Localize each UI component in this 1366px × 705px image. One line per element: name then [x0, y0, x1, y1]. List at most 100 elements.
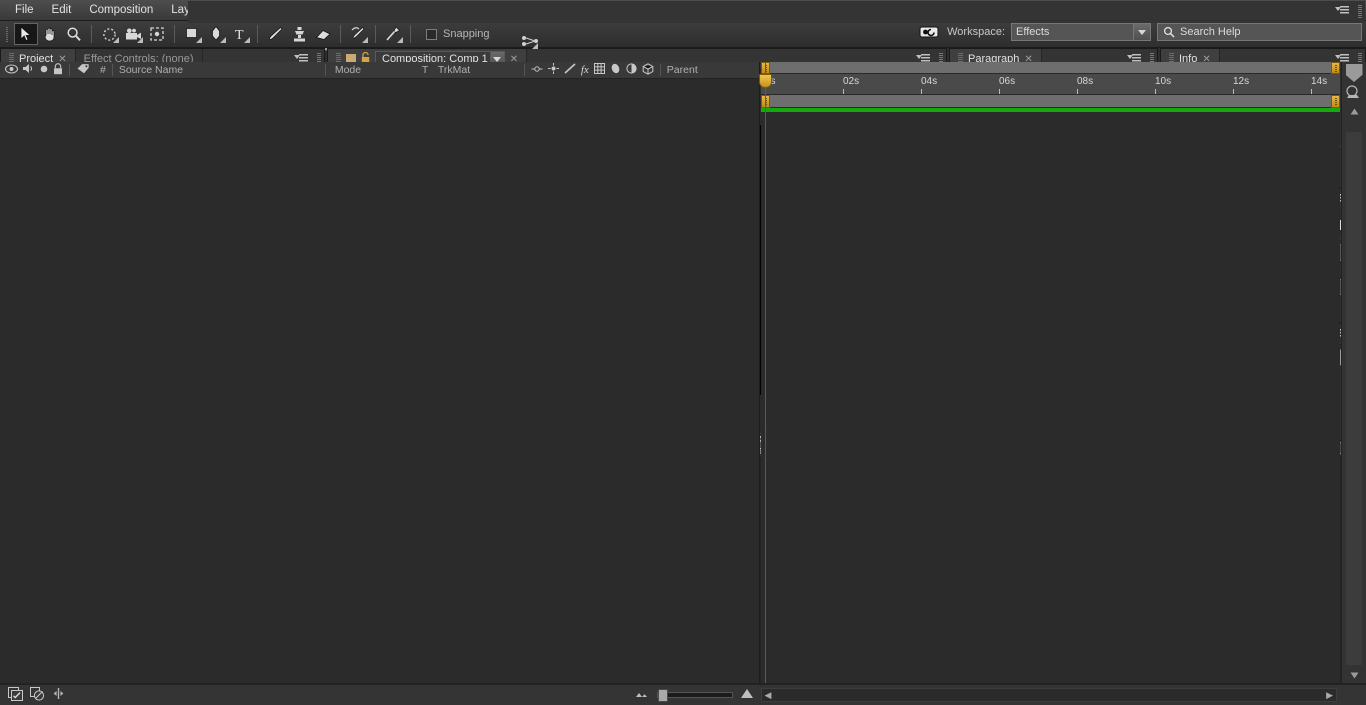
- timeline-vertical-scrollbar[interactable]: [1341, 62, 1366, 683]
- composition-mini-flowchart-icon[interactable]: [30, 686, 45, 704]
- toolbar-divider-6: [410, 25, 411, 43]
- hand-tool[interactable]: [38, 23, 62, 45]
- rotation-tool[interactable]: [97, 23, 121, 45]
- puppet-pin-tool[interactable]: [381, 23, 405, 45]
- video-toggle-icon[interactable]: [4, 63, 19, 77]
- column-mode[interactable]: Mode: [332, 64, 422, 76]
- toggle-switches-modes-icon[interactable]: [8, 686, 23, 704]
- cache-indicator-bar: [761, 108, 1340, 112]
- column-index[interactable]: #: [90, 64, 106, 76]
- workspace-controls: Workspace: Effects Search Help: [919, 23, 1362, 41]
- timeline-panel-tabs: Render Queue Comp 1 ✕: [1, 1, 1365, 23]
- collapse-transform-icon[interactable]: [547, 63, 559, 77]
- ruler-tick: 04s: [921, 76, 938, 87]
- after-effects-window: File Edit Composition Layer Effect Anima…: [0, 0, 1366, 705]
- expand-collapse-icon[interactable]: [52, 687, 65, 704]
- zoom-tool[interactable]: [62, 23, 86, 45]
- column-source-name[interactable]: Source Name: [119, 64, 319, 76]
- chevron-down-icon: [1133, 24, 1150, 40]
- column-divider: [659, 64, 661, 76]
- column-parent[interactable]: Parent: [667, 64, 698, 76]
- lock-toggle-icon[interactable]: [53, 62, 63, 78]
- timeline-zoom-slider[interactable]: [634, 688, 758, 702]
- work-area-bar-bottom[interactable]: [761, 95, 1340, 108]
- scroll-up-icon[interactable]: [1347, 104, 1362, 118]
- zoom-in-icon[interactable]: [740, 688, 758, 702]
- ruler-tick: 06s: [999, 76, 1016, 87]
- work-area-end-handle-2[interactable]: [1331, 95, 1340, 108]
- panel-grip[interactable]: [1358, 5, 1362, 18]
- pen-tool[interactable]: [204, 23, 228, 45]
- 3d-layer-switch-icon[interactable]: [642, 62, 654, 78]
- brush-tool[interactable]: [263, 23, 287, 45]
- scroll-left-icon[interactable]: ◀: [765, 690, 772, 701]
- search-help-placeholder: Search Help: [1180, 26, 1241, 38]
- clone-stamp-tool[interactable]: [287, 23, 311, 45]
- toolbar-divider-3: [257, 25, 258, 43]
- toolbar-grip[interactable]: [3, 24, 12, 44]
- ruler-tick: 08s: [1077, 76, 1094, 87]
- workspace-value: Effects: [1016, 25, 1050, 38]
- ruler-tick: 12s: [1233, 76, 1250, 87]
- scroll-right-icon[interactable]: ▶: [1326, 690, 1333, 701]
- timeline-layer-rows[interactable]: [0, 79, 759, 683]
- toolbar-divider-5: [375, 25, 376, 43]
- menu-item-composition[interactable]: Composition: [80, 1, 162, 20]
- search-icon: [1163, 26, 1175, 38]
- selection-tool[interactable]: [14, 23, 38, 45]
- column-t[interactable]: T: [422, 64, 438, 76]
- snapping-checkbox[interactable]: [426, 28, 437, 40]
- timeline-ruler[interactable]: 0s 02s 04s 06s 08s 10s 12s 14s: [761, 74, 1340, 95]
- zoom-out-icon[interactable]: [634, 689, 650, 701]
- current-time-indicator[interactable]: [759, 62, 772, 683]
- effects-switch-icon[interactable]: fx: [581, 64, 589, 76]
- timeline-footer-icons: [0, 686, 65, 704]
- timeline-footer: ◀ ▶: [0, 684, 1366, 705]
- timeline-layer-column: # Source Name Mode T TrkMat fx Parent: [0, 62, 760, 683]
- timeline-horizontal-scrollbar[interactable]: ◀ ▶: [760, 688, 1337, 702]
- column-divider: [523, 64, 525, 76]
- timeline-columns-header: # Source Name Mode T TrkMat fx Parent: [0, 62, 759, 79]
- audio-toggle-icon[interactable]: [22, 63, 35, 77]
- work-area-end-handle[interactable]: [1331, 62, 1340, 74]
- zoom-track[interactable]: [656, 689, 733, 702]
- eraser-tool[interactable]: [311, 23, 335, 45]
- toolbar-divider-4: [340, 25, 341, 43]
- ruler-tick: 02s: [843, 76, 860, 87]
- cti-handle[interactable]: [759, 74, 772, 88]
- ruler-tick: 10s: [1155, 76, 1172, 87]
- solo-toggle-icon[interactable]: [39, 64, 49, 77]
- label-color-icon[interactable]: [76, 63, 90, 78]
- timeline-tabbar-fill: [188, 1, 1365, 23]
- layer-switches-header: fx: [531, 62, 654, 78]
- workspace-switch-icon[interactable]: [919, 25, 941, 39]
- frame-blending-switch-icon[interactable]: [593, 63, 605, 77]
- comp-marker-bin-icon[interactable]: [1345, 64, 1363, 82]
- panel-menu-icon[interactable]: [1335, 5, 1349, 17]
- scrollbar-track[interactable]: [1346, 132, 1362, 665]
- workspace-label: Workspace:: [947, 26, 1005, 38]
- work-area-bar-top[interactable]: [761, 62, 1340, 74]
- zoom-knob[interactable]: [657, 689, 668, 702]
- camera-tool[interactable]: [121, 23, 145, 45]
- pan-behind-tool[interactable]: [145, 23, 169, 45]
- comp-marker-icon[interactable]: [1345, 84, 1363, 101]
- search-help-input[interactable]: Search Help: [1157, 23, 1362, 41]
- column-trkmat[interactable]: TrkMat: [438, 64, 518, 76]
- snapping-control[interactable]: Snapping: [426, 28, 490, 40]
- quality-switch-icon[interactable]: [564, 63, 576, 77]
- type-tool[interactable]: T: [228, 23, 252, 45]
- shy-switch-icon[interactable]: [531, 64, 543, 77]
- snapping-label: Snapping: [443, 28, 490, 40]
- graph-editor-icon[interactable]: [521, 34, 540, 51]
- menu-item-file[interactable]: File: [6, 1, 43, 20]
- svg-text:T: T: [235, 28, 244, 41]
- scroll-down-icon[interactable]: [1347, 668, 1362, 682]
- shape-tool[interactable]: [180, 23, 204, 45]
- toolbar-divider: [91, 25, 92, 43]
- adjustment-layer-switch-icon[interactable]: [626, 63, 637, 77]
- motion-blur-switch-icon[interactable]: [610, 63, 621, 77]
- workspace-select[interactable]: Effects: [1011, 23, 1151, 41]
- roto-brush-tool[interactable]: [346, 23, 370, 45]
- menu-item-edit[interactable]: Edit: [43, 1, 81, 20]
